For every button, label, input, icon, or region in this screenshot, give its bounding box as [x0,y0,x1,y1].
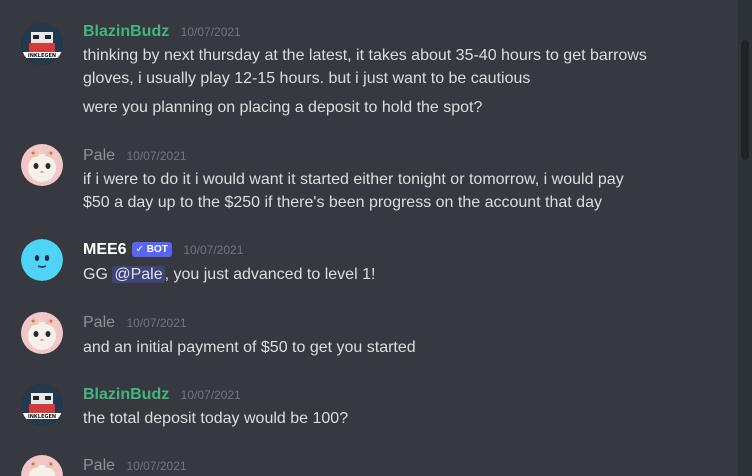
mee6-bot-avatar[interactable] [21,239,63,281]
message-text: and an initial payment of $50 to get you… [83,339,416,356]
timestamp[interactable]: 10/07/2021 [181,388,241,402]
cat-avatar-icon [21,144,63,186]
timestamp[interactable]: 10/07/2021 [181,25,241,39]
message-header: BlazinBudz 10/07/2021 [83,22,241,42]
cat-avatar-icon [21,455,63,476]
mee6-bot-avatar-icon [21,239,63,281]
timestamp[interactable]: 10/07/2021 [126,316,186,330]
blazinbudz-avatar-icon: INKLEGEN [21,384,63,426]
blazinbudz-avatar-icon: INKLEGEN [21,23,63,65]
message-text-post: , you just advanced to level 1! [164,266,376,283]
username[interactable]: BlazinBudz [83,23,169,40]
message-header: Pale 10/07/2021 [83,456,187,476]
avatar-text: INKLEGEN [28,414,56,420]
username[interactable]: BlazinBudz [83,386,169,403]
message-text: $50 a day up to the $250 if there's been… [83,194,602,211]
username[interactable]: MEE6 [83,241,127,258]
message-text: were you planning on placing a deposit t… [83,99,483,116]
username[interactable]: Pale [83,314,115,331]
cat-avatar[interactable] [21,455,63,476]
user-mention[interactable]: @Pale [112,266,165,283]
message-text: GG @Pale, you just advanced to level 1! [83,264,375,286]
timestamp[interactable]: 10/07/2021 [183,243,243,257]
message-text-pre: GG [83,266,113,283]
message-header: Pale 10/07/2021 [83,313,187,333]
chat-messages: INKLEGEN BlazinBudz 10/07/2021 thinking … [0,0,738,476]
username[interactable]: Pale [83,457,115,474]
avatar-text: INKLEGEN [28,53,56,59]
message-text: if i were to do it i would want it start… [83,171,624,188]
message-header: MEE6 ✓ BOT 10/07/2021 [83,240,243,260]
scrollbar-track[interactable] [738,0,752,476]
message-text: gloves, i usually play 12-15 hours. but … [83,70,531,87]
bot-tag-label: BOT [146,244,168,255]
check-icon: ✓ [135,244,144,255]
message-text: thinking by next thursday at the latest,… [83,47,647,64]
bot-badge: ✓ BOT [131,242,172,257]
blazinbudz-avatar[interactable]: INKLEGEN [21,384,63,426]
message-text: the total deposit today would be 100? [83,410,349,427]
message-header: Pale 10/07/2021 [83,146,187,166]
timestamp[interactable]: 10/07/2021 [126,459,186,473]
blazinbudz-avatar[interactable]: INKLEGEN [21,23,63,65]
cat-avatar[interactable] [21,312,63,354]
scrollbar-thumb[interactable] [741,40,749,160]
timestamp[interactable]: 10/07/2021 [126,149,186,163]
username[interactable]: Pale [83,147,115,164]
cat-avatar[interactable] [21,144,63,186]
message-header: BlazinBudz 10/07/2021 [83,385,241,405]
cat-avatar-icon [21,312,63,354]
